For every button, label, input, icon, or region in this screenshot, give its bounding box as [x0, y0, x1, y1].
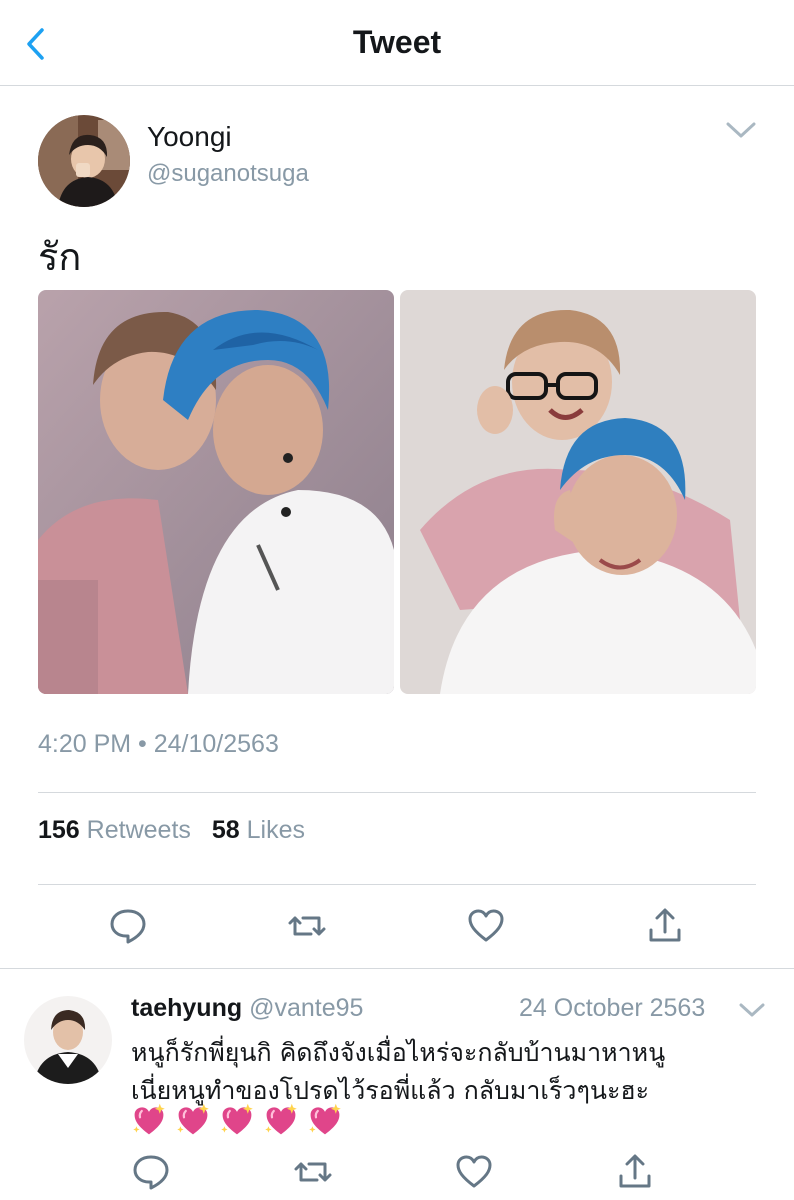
reply-name[interactable]: taehyung — [131, 994, 242, 1022]
tweet-timestamp: 4:20 PM • 24/10/2563 — [38, 730, 279, 758]
likes-stat[interactable]: 58 Likes — [212, 816, 305, 844]
divider — [38, 792, 756, 793]
reply-text: หนูก็รักพี่ยุนกิ คิดถึงจังเมื่อไหร่จะกลั… — [131, 1034, 771, 1110]
chevron-down-icon[interactable] — [737, 997, 767, 1023]
retweet-icon[interactable] — [287, 906, 327, 946]
author-handle[interactable]: @suganotsuga — [147, 160, 309, 188]
like-icon[interactable] — [454, 1152, 494, 1192]
sparkling-heart-icon — [133, 1103, 165, 1135]
reply-handle[interactable]: @vante95 — [249, 994, 363, 1022]
top-nav-bar: Tweet — [0, 0, 794, 86]
reply-emoji-row — [131, 1102, 343, 1142]
page-title: Tweet — [352, 24, 442, 60]
share-icon[interactable] — [645, 906, 685, 946]
reply-date: 24 October 2563 — [519, 994, 706, 1022]
reply-icon[interactable] — [131, 1152, 171, 1192]
tweet-photo[interactable] — [38, 290, 394, 694]
engagement-stats: 156 Retweets 58 Likes — [38, 816, 319, 845]
chevron-down-icon[interactable] — [724, 116, 758, 144]
retweet-icon[interactable] — [293, 1152, 333, 1192]
reply-text-line: หนูก็รักพี่ยุนกิ คิดถึงจังเมื่อไหร่จะกลั… — [131, 1038, 666, 1067]
like-count: 58 — [211, 816, 240, 844]
like-label: Likes — [246, 816, 305, 844]
reply-header: taehyung @vante95 — [131, 994, 363, 1023]
tweet-text: รัก — [38, 235, 82, 279]
tweet-photo[interactable] — [400, 290, 756, 694]
author-avatar[interactable] — [38, 115, 130, 207]
divider — [38, 884, 756, 885]
share-icon[interactable] — [615, 1152, 655, 1192]
like-icon[interactable] — [466, 906, 506, 946]
divider — [0, 968, 794, 969]
retweet-count: 156 — [38, 816, 80, 844]
reply-icon[interactable] — [108, 906, 148, 946]
sparkling-heart-icon — [309, 1103, 341, 1135]
sparkling-heart-icon — [265, 1103, 297, 1135]
author-name[interactable]: Yoongi — [147, 121, 232, 153]
retweets-stat[interactable]: 156 Retweets — [38, 816, 191, 844]
reply-avatar[interactable] — [24, 996, 112, 1084]
sparkling-heart-icon — [177, 1103, 209, 1135]
retweet-label: Retweets — [86, 816, 191, 844]
sparkling-heart-icon — [221, 1103, 253, 1135]
